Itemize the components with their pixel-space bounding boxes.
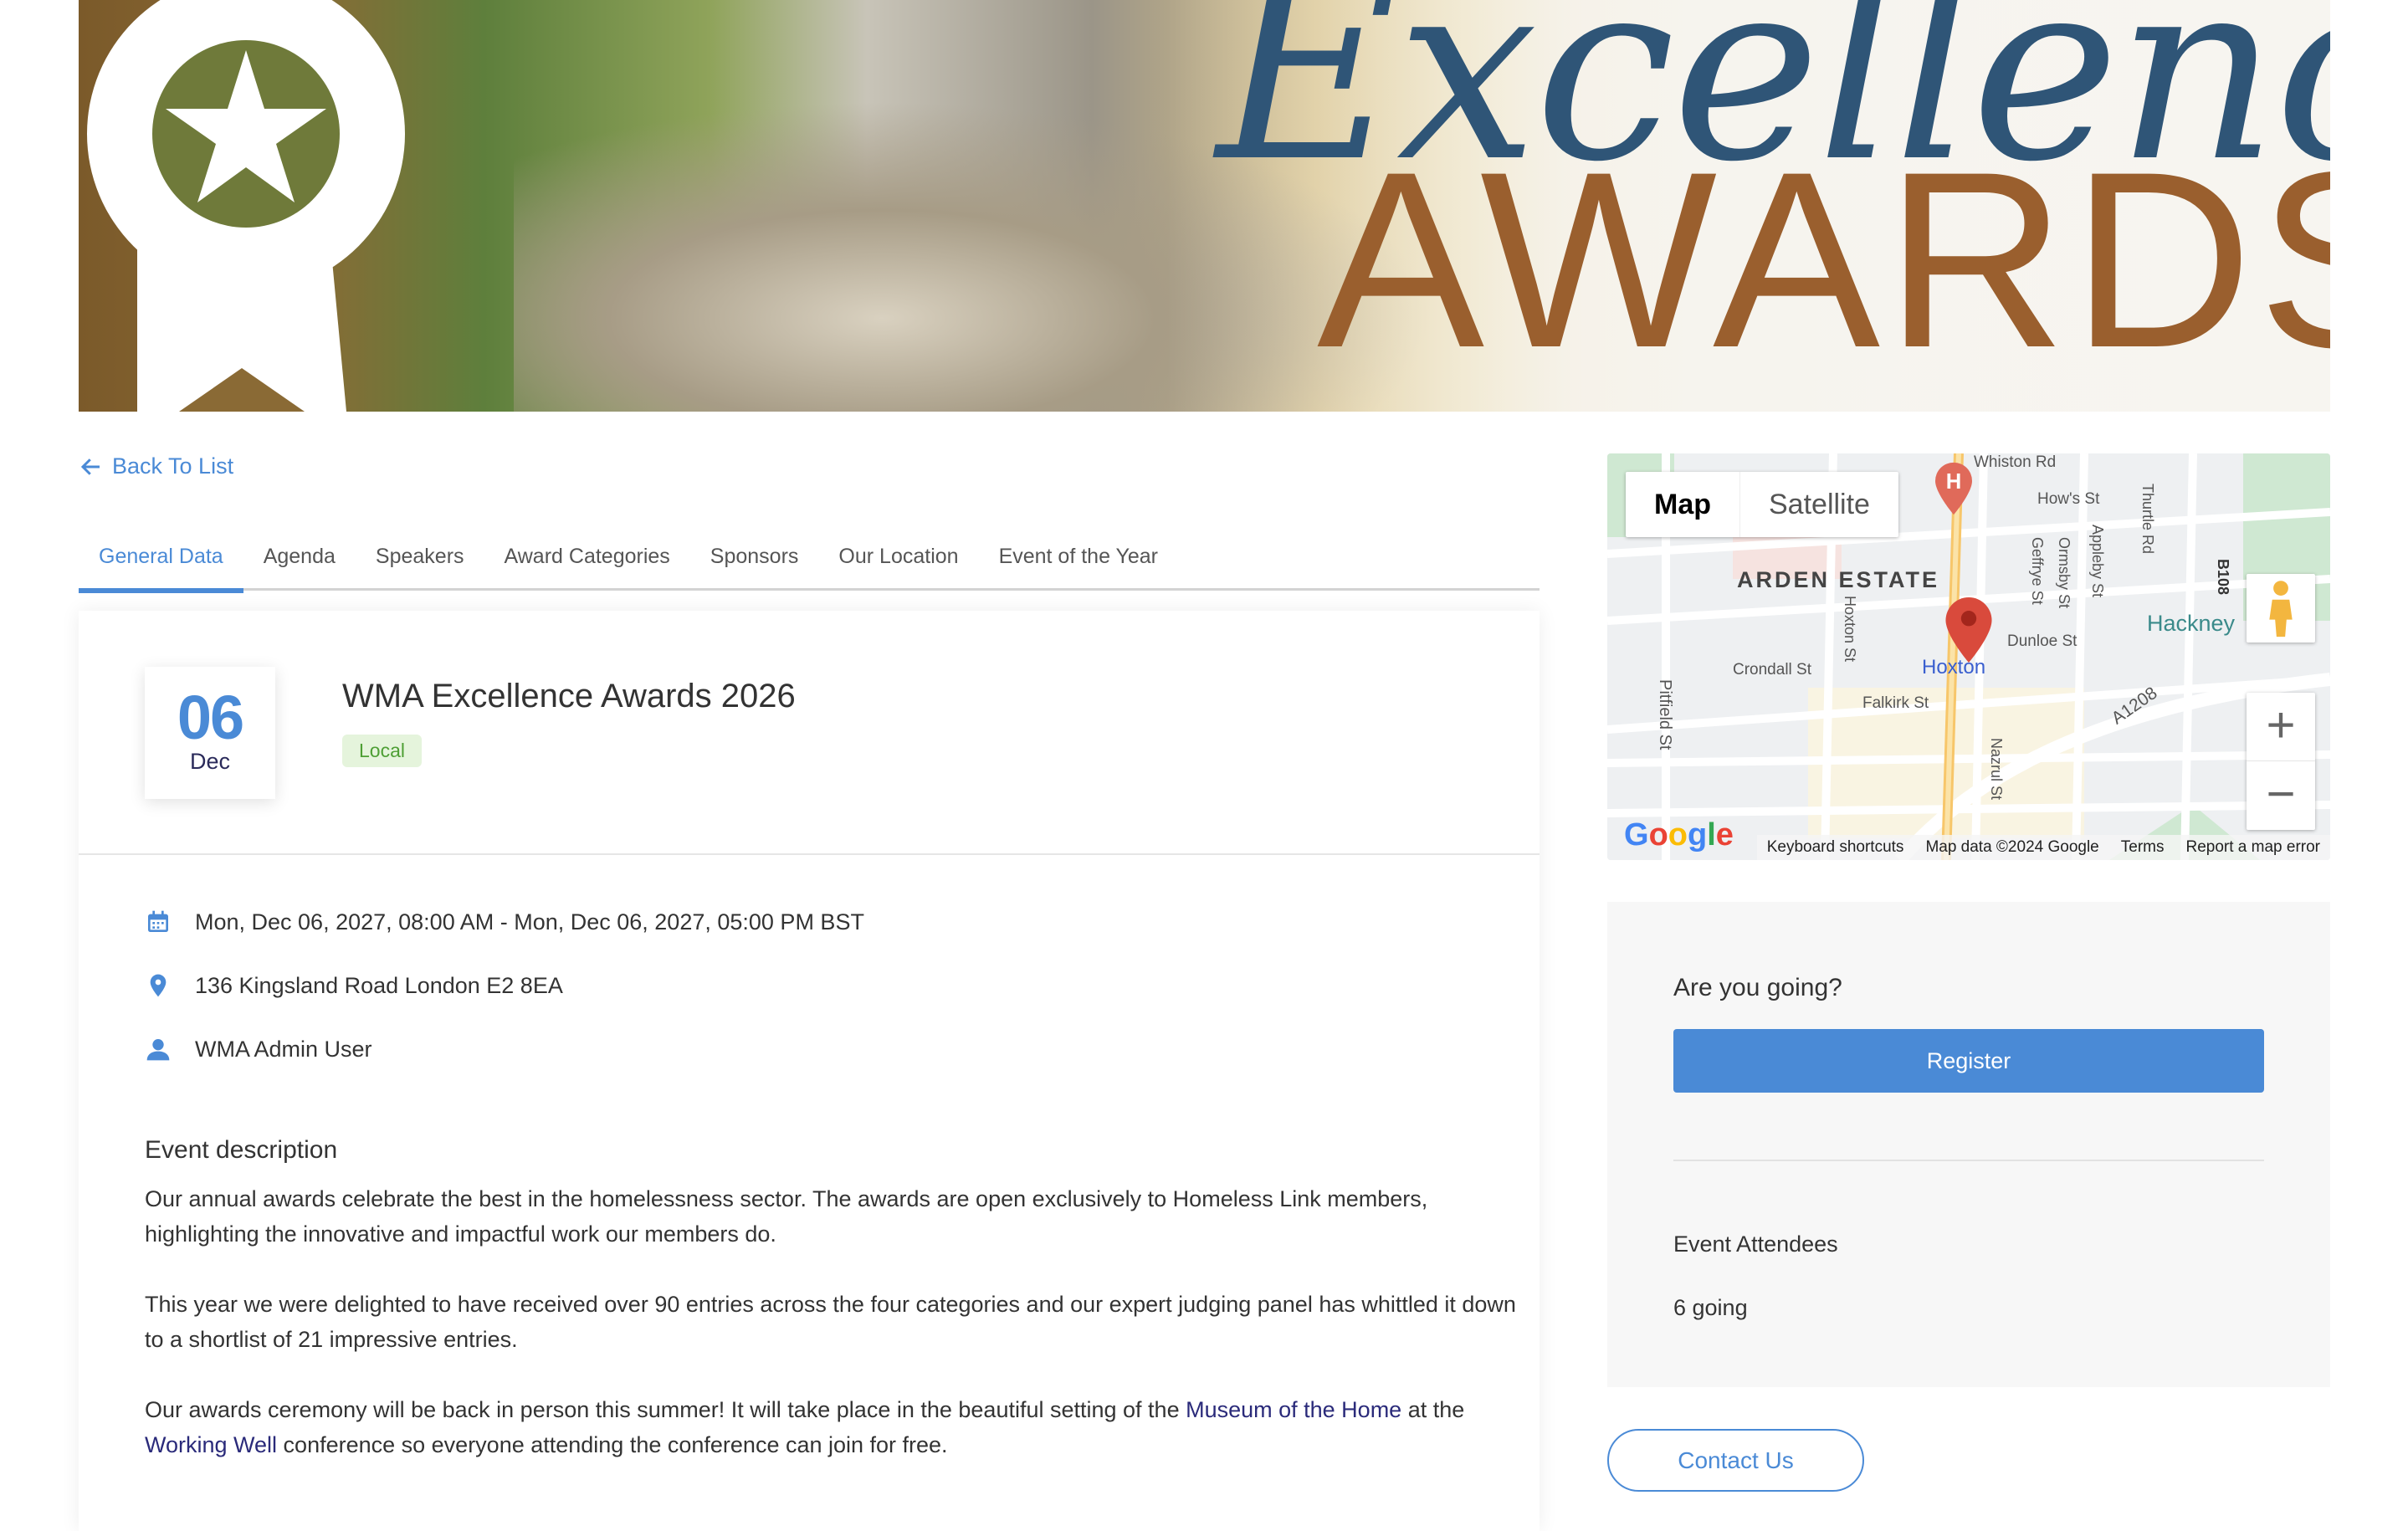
google-logo: Google — [1624, 817, 1734, 853]
tab-general-data[interactable]: General Data — [79, 535, 243, 593]
report-map-error-link[interactable]: Report a map error — [2185, 838, 2320, 857]
award-badge-icon — [87, 0, 405, 412]
event-day: 06 — [177, 683, 244, 752]
event-month: Dec — [189, 749, 230, 774]
description-heading: Event description — [145, 1136, 338, 1164]
register-button[interactable]: Register — [1673, 1029, 2264, 1093]
attendees-heading: Event Attendees — [1673, 1231, 1838, 1257]
map-footer: Keyboard shortcuts Map data ©2024 Google… — [1756, 835, 2330, 860]
museum-of-the-home-link[interactable]: Museum of the Home — [1186, 1397, 1401, 1422]
keyboard-shortcuts-link[interactable]: Keyboard shortcuts — [1767, 838, 1904, 857]
map-type-satellite-button[interactable]: Satellite — [1740, 472, 1898, 537]
map-data-attribution: Map data ©2024 Google — [1925, 838, 2099, 856]
event-datetime-row: Mon, Dec 06, 2027, 08:00 AM - Mon, Dec 0… — [145, 909, 864, 935]
location-map[interactable]: H ARDEN ESTATE Hoxton Hackney Whiston Rd… — [1607, 453, 2330, 860]
tab-our-location[interactable]: Our Location — [818, 535, 978, 591]
location-pin-icon — [1945, 597, 1992, 663]
svg-text:H: H — [1946, 470, 1962, 494]
arrow-left-icon — [80, 458, 100, 475]
event-address-row: 136 Kingsland Road London E2 8EA — [145, 972, 563, 999]
description-paragraph: Our annual awards celebrate the best in … — [145, 1186, 1428, 1247]
street-view-pegman-button[interactable] — [2247, 574, 2315, 643]
zoom-control: + − — [2247, 693, 2315, 830]
contact-us-button[interactable]: Contact Us — [1607, 1429, 1864, 1492]
tab-award-categories[interactable]: Award Categories — [484, 535, 690, 591]
zoom-in-button[interactable]: + — [2247, 693, 2315, 761]
event-organizer-row: WMA Admin User — [145, 1036, 372, 1062]
event-type-badge: Local — [342, 735, 422, 767]
attendees-count: 6 going — [1673, 1295, 1748, 1320]
event-tabs: General Data Agenda Speakers Award Categ… — [79, 535, 1540, 593]
description-paragraph: This year we were delighted to have rece… — [145, 1292, 1516, 1352]
map-type-map-button[interactable]: Map — [1626, 472, 1740, 537]
map-pin-icon — [150, 974, 167, 997]
map-type-control: Map Satellite — [1626, 472, 1898, 537]
tab-sponsors[interactable]: Sponsors — [690, 535, 819, 591]
terms-link[interactable]: Terms — [2121, 838, 2165, 857]
logo-awards: AWARDS — [1317, 119, 2330, 400]
event-details-card: 06 Dec WMA Excellence Awards 2026 Local … — [79, 611, 1540, 1531]
hospital-marker-icon: H — [1935, 462, 1972, 515]
event-banner: Excellence AWARDS — [79, 0, 2330, 412]
rsvp-card: Are you going? Register Event Attendees … — [1607, 902, 2330, 1387]
calendar-icon — [148, 910, 168, 932]
date-box: 06 Dec — [145, 667, 275, 799]
user-icon — [146, 1039, 170, 1061]
tab-speakers[interactable]: Speakers — [356, 535, 484, 591]
pegman-icon — [2269, 581, 2293, 637]
divider — [1673, 1160, 2264, 1161]
event-header: 06 Dec WMA Excellence Awards 2026 Local — [79, 611, 1540, 855]
rsvp-heading: Are you going? — [1673, 974, 1842, 1001]
description-paragraph: Our awards ceremony will be back in pers… — [145, 1397, 1465, 1457]
tab-agenda[interactable]: Agenda — [243, 535, 356, 591]
event-title: WMA Excellence Awards 2026 — [342, 678, 796, 714]
working-well-link[interactable]: Working Well — [145, 1432, 277, 1457]
zoom-out-button[interactable]: − — [2247, 761, 2315, 830]
tab-event-of-the-year[interactable]: Event of the Year — [979, 535, 1178, 591]
back-to-list-link[interactable]: Back To List — [79, 453, 233, 479]
